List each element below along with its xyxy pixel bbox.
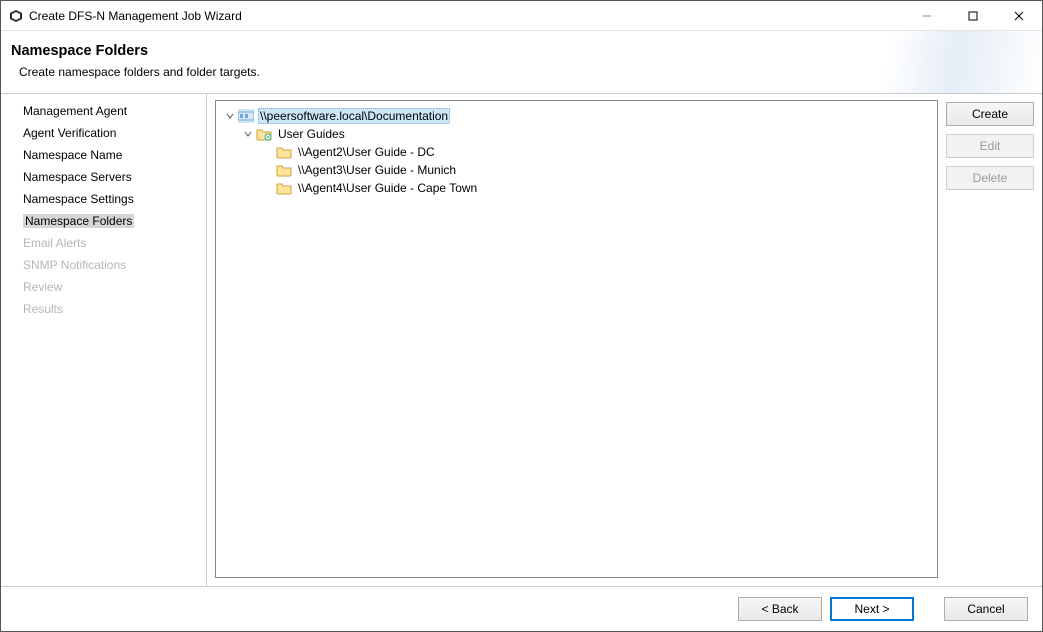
sidebar-item-management-agent[interactable]: Management Agent — [1, 100, 206, 122]
next-button[interactable]: Next > — [830, 597, 914, 621]
minimize-button[interactable] — [904, 1, 950, 31]
tree-view[interactable]: \\peersoftware.local\Documentation — [215, 100, 938, 578]
sidebar-item-namespace-folders[interactable]: Namespace Folders — [1, 210, 206, 232]
tree-node-target[interactable]: \\Agent4\User Guide - Cape Town — [220, 179, 933, 197]
footer: < Back Next > Cancel — [1, 586, 1042, 631]
tree-node-label: User Guides — [276, 127, 347, 141]
sidebar-item-email-alerts: Email Alerts — [1, 232, 206, 254]
tree-node-label: \\Agent4\User Guide - Cape Town — [296, 181, 479, 195]
folder-icon — [276, 163, 292, 177]
folder-icon — [276, 145, 292, 159]
tree-node-label: \\peersoftware.local\Documentation — [258, 108, 450, 124]
tree-node-root[interactable]: \\peersoftware.local\Documentation — [220, 107, 933, 125]
window-controls — [904, 1, 1042, 30]
tree-node-label: \\Agent3\User Guide - Munich — [296, 163, 458, 177]
sidebar-item-review: Review — [1, 276, 206, 298]
sidebar-item-results: Results — [1, 298, 206, 320]
sidebar-item-namespace-name[interactable]: Namespace Name — [1, 144, 206, 166]
sidebar: Management Agent Agent Verification Name… — [1, 94, 207, 586]
sidebar-item-namespace-servers[interactable]: Namespace Servers — [1, 166, 206, 188]
chevron-down-icon[interactable] — [224, 110, 236, 122]
page-subtitle: Create namespace folders and folder targ… — [19, 65, 1032, 79]
page-title: Namespace Folders — [11, 43, 1032, 59]
sidebar-item-namespace-settings[interactable]: Namespace Settings — [1, 188, 206, 210]
app-icon — [9, 9, 23, 23]
close-button[interactable] — [996, 1, 1042, 31]
edit-button: Edit — [946, 134, 1034, 158]
actions-column: Create Edit Delete — [946, 100, 1034, 578]
wizard-window: Create DFS-N Management Job Wizard Names… — [0, 0, 1043, 632]
body: Management Agent Agent Verification Name… — [1, 94, 1042, 586]
maximize-button[interactable] — [950, 1, 996, 31]
delete-button: Delete — [946, 166, 1034, 190]
namespace-icon — [238, 109, 254, 123]
tree-node-target[interactable]: \\Agent2\User Guide - DC — [220, 143, 933, 161]
main-pane: \\peersoftware.local\Documentation — [207, 94, 1042, 586]
tree-node-folder[interactable]: User Guides — [220, 125, 933, 143]
window-title: Create DFS-N Management Job Wizard — [29, 9, 904, 23]
tree-node-label: \\Agent2\User Guide - DC — [296, 145, 437, 159]
tree-node-target[interactable]: \\Agent3\User Guide - Munich — [220, 161, 933, 179]
folder-link-icon — [256, 127, 272, 141]
folder-icon — [276, 181, 292, 195]
header: Namespace Folders Create namespace folde… — [1, 31, 1042, 94]
back-button[interactable]: < Back — [738, 597, 822, 621]
sidebar-item-snmp-notifications: SNMP Notifications — [1, 254, 206, 276]
cancel-button[interactable]: Cancel — [944, 597, 1028, 621]
chevron-down-icon[interactable] — [242, 128, 254, 140]
create-button[interactable]: Create — [946, 102, 1034, 126]
sidebar-item-agent-verification[interactable]: Agent Verification — [1, 122, 206, 144]
titlebar: Create DFS-N Management Job Wizard — [1, 1, 1042, 31]
